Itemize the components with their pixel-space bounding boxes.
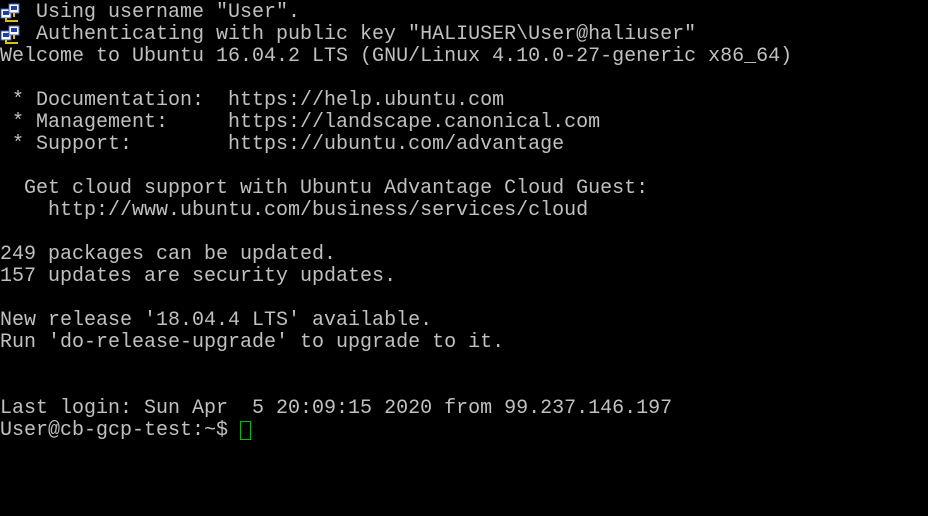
welcome-line: Welcome to Ubuntu 16.04.2 LTS (GNU/Linux… bbox=[0, 45, 793, 68]
auth-line-username: Using username "User". bbox=[0, 2, 928, 24]
management-line: * Management: https://landscape.canonica… bbox=[0, 111, 601, 134]
new-release-line: New release '18.04.4 LTS' available. bbox=[0, 309, 433, 332]
putty-key-icon bbox=[0, 2, 24, 22]
auth-text-publickey: Authenticating with public key "HALIUSER… bbox=[36, 23, 697, 46]
documentation-line: * Documentation: https://help.ubuntu.com bbox=[0, 89, 505, 112]
putty-key-icon bbox=[0, 24, 24, 44]
text-cursor[interactable] bbox=[240, 421, 252, 440]
prompt-line[interactable]: User@cb-gcp-test:~$ bbox=[0, 420, 928, 442]
packages-line: 249 packages can be updated. bbox=[0, 243, 337, 266]
last-login-line: Last login: Sun Apr 5 20:09:15 2020 from… bbox=[0, 397, 673, 420]
upgrade-hint-line: Run 'do-release-upgrade' to upgrade to i… bbox=[0, 331, 505, 354]
cloud-support-line: Get cloud support with Ubuntu Advantage … bbox=[0, 177, 649, 200]
security-updates-line: 157 updates are security updates. bbox=[0, 265, 397, 288]
terminal-window[interactable]: Using username "User". Authenticating wi… bbox=[0, 0, 928, 516]
shell-prompt: User@cb-gcp-test:~$ bbox=[0, 419, 241, 442]
cloud-url-line: http://www.ubuntu.com/business/services/… bbox=[0, 199, 589, 222]
auth-text-username: Using username "User". bbox=[36, 1, 301, 24]
auth-line-publickey: Authenticating with public key "HALIUSER… bbox=[0, 24, 928, 46]
support-line: * Support: https://ubuntu.com/advantage bbox=[0, 133, 565, 156]
